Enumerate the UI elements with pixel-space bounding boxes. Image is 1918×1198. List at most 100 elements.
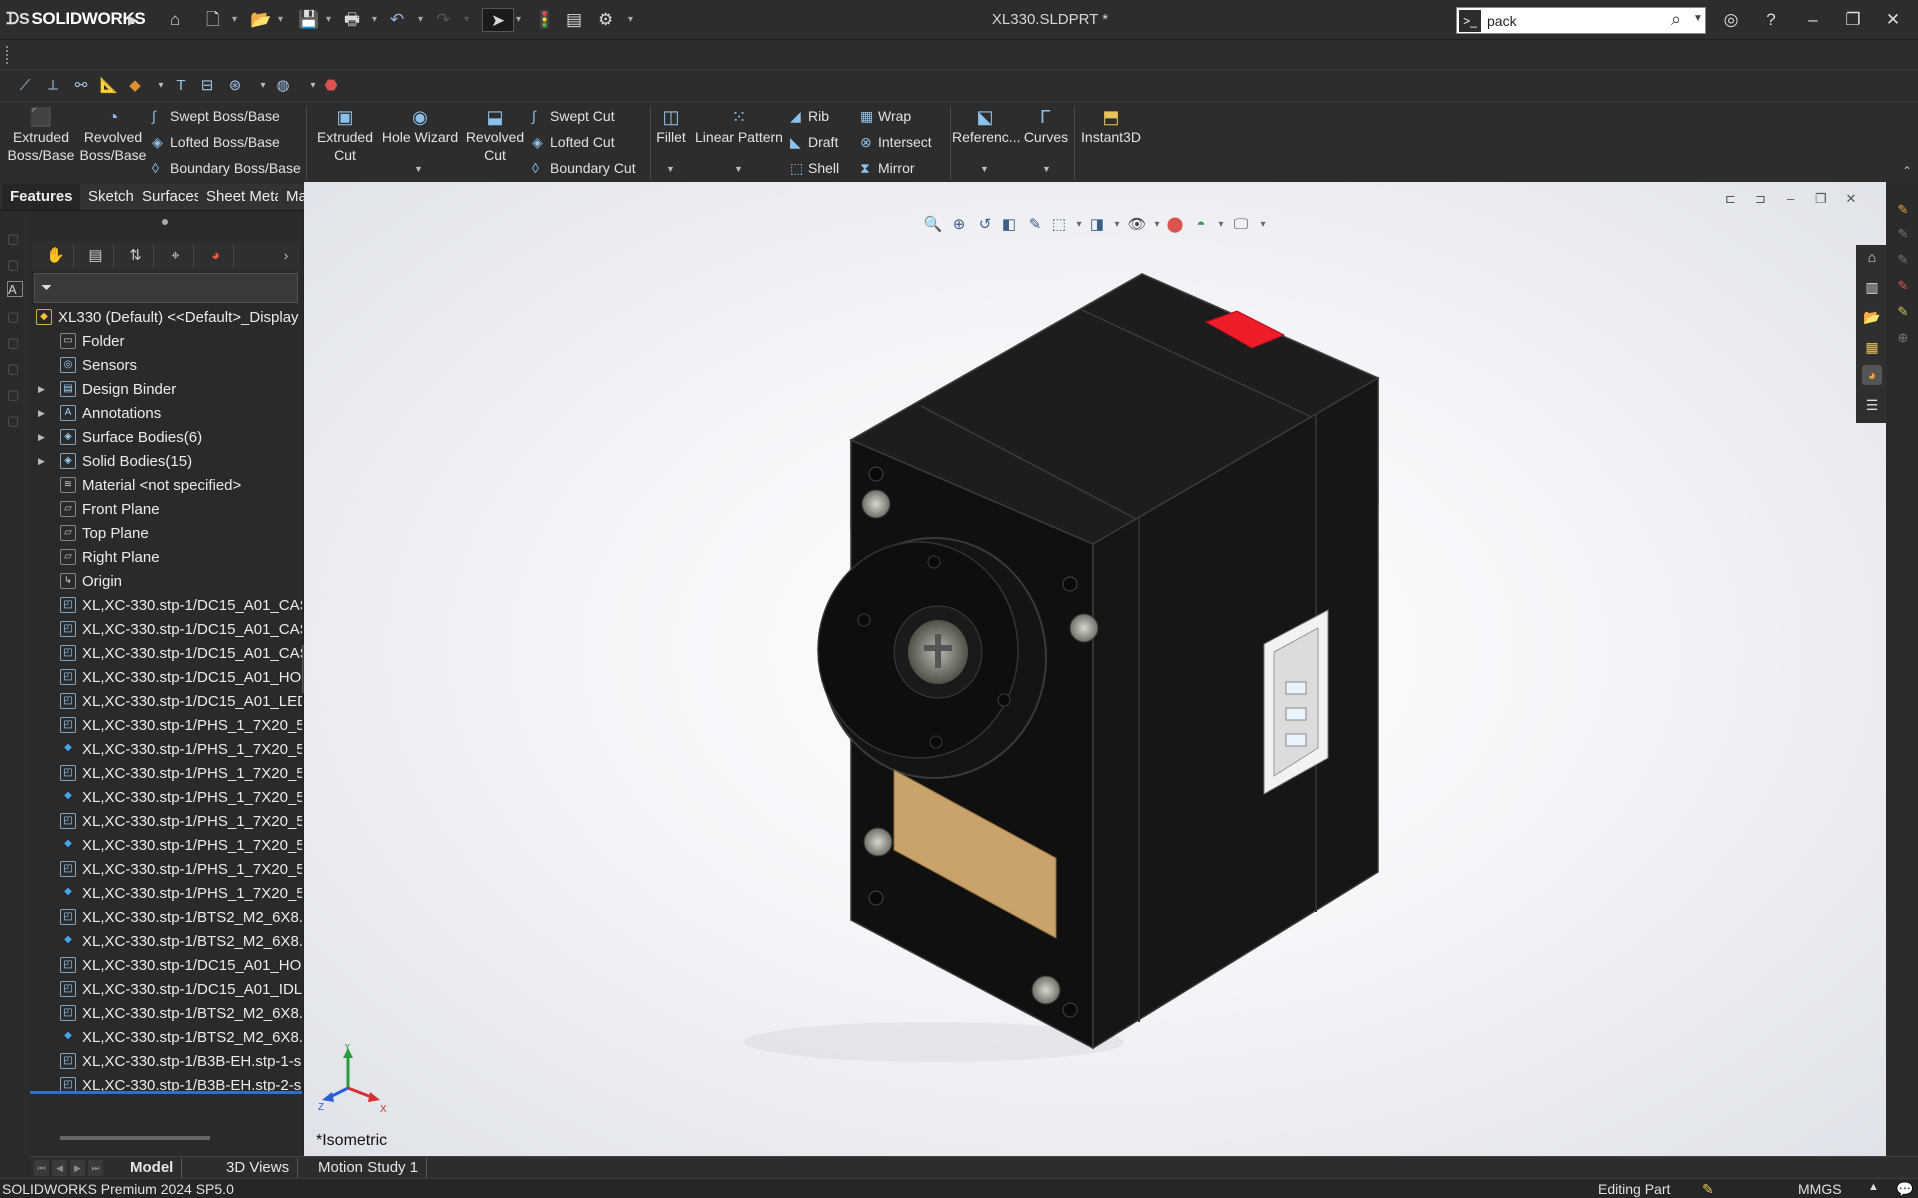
panel-grip[interactable] <box>162 219 168 225</box>
revolved-cut-button[interactable]: ⬓ Revolved Cut <box>460 106 530 164</box>
tree-item[interactable]: ◰ XL,XC-330.stp-1/DC15_A01_CASE_ <box>30 618 302 641</box>
hide-show-items-icon[interactable]: 👁 <box>1126 214 1148 236</box>
unit-menu-icon[interactable]: ▲ <box>1868 1181 1879 1193</box>
render-icon[interactable]: ✎ <box>1894 226 1912 244</box>
revolved-boss-button[interactable]: ◔ Revolved Boss/Base <box>78 106 148 164</box>
render-tools-icon[interactable]: ⬣ <box>320 75 342 97</box>
render-icon[interactable]: ✎ <box>1894 252 1912 270</box>
sketch-icon[interactable]: ▢ <box>7 231 23 247</box>
feature-tree-filter[interactable]: ⏷ <box>34 273 298 303</box>
apply-scene-icon[interactable]: ◓ <box>1190 214 1212 236</box>
instant3d-button[interactable]: ⬒ Instant3D <box>1076 106 1146 146</box>
expand-arrow-icon[interactable]: ▶ <box>38 450 45 473</box>
curves-dropdown-icon[interactable]: ▼ <box>1042 164 1051 174</box>
edit-appearance-icon[interactable]: ⬤ <box>1164 214 1186 236</box>
select-dropdown-icon[interactable]: ▾ <box>516 8 521 32</box>
options-gear-icon[interactable]: ⚙ <box>598 8 613 32</box>
expand-arrow-icon[interactable]: ▶ <box>38 402 45 425</box>
render-icon[interactable]: ✎ <box>1894 202 1912 220</box>
extruded-cut-button[interactable]: ▣ Extruded Cut <box>310 106 380 164</box>
configuration-manager-icon[interactable]: ⇅ <box>118 244 154 268</box>
close-icon[interactable]: ✕ <box>1880 8 1906 32</box>
select-pointer-icon[interactable]: ➤ <box>482 8 514 32</box>
graphics-area[interactable]: 🔍 ⊕ ↺ ◧ ✎ ⬚ ▾ ◨ ▾ 👁 ▾ ⬤ ◓ ▾ 🖵 ▾ ⊏ ⊐ – ❐ … <box>304 182 1886 1158</box>
display-style-dropdown-icon[interactable]: ▾ <box>1106 214 1128 236</box>
mirror-button[interactable]: ⧗ Mirror <box>860 158 915 178</box>
search-box[interactable]: >_ ⌕ ▼ <box>1456 7 1706 34</box>
linear-pattern-button[interactable]: ⁙ Linear Pattern <box>692 106 786 146</box>
previous-tab-icon[interactable]: ◀ <box>52 1160 67 1176</box>
tree-item[interactable]: ▱ Top Plane <box>30 522 302 545</box>
tree-item[interactable]: ▱ Front Plane <box>30 498 302 521</box>
bottom-tab-3d-views[interactable]: 3D Views <box>218 1158 299 1178</box>
last-tab-icon[interactable]: ⏭ <box>88 1160 103 1176</box>
zoom-to-area-icon[interactable]: ⊕ <box>948 214 970 236</box>
sketch-tool-icon[interactable]: ⟋ <box>14 75 36 97</box>
file-properties-icon[interactable]: ▤ <box>566 8 582 32</box>
tree-rollback-bar[interactable] <box>30 1091 302 1094</box>
rib-button[interactable]: ◢ Rib <box>790 106 829 126</box>
file-explorer-icon[interactable]: 📂 <box>1862 307 1882 327</box>
property-manager-icon[interactable]: ▤ <box>78 244 114 268</box>
options-dropdown-icon[interactable]: ▾ <box>628 8 633 32</box>
sketch-icon[interactable]: ▢ <box>7 413 23 429</box>
tree-item[interactable]: ◰ XL,XC-330.stp-1/B3B-EH.stp-1-so <box>30 1050 302 1073</box>
rebuild-status-icon[interactable]: ✎ <box>1702 1181 1714 1198</box>
viewport-close-icon[interactable]: ✕ <box>1838 191 1864 207</box>
undo-icon[interactable]: ↶ <box>390 8 404 32</box>
tree-item[interactable]: ◆ XL,XC-330.stp-1/PHS_1_7X20_5_D <box>30 834 302 857</box>
boundary-boss-button[interactable]: ◊ Boundary Boss/Base <box>152 158 301 178</box>
tree-item[interactable]: ◰ XL,XC-330.stp-1/DC15_A01_HORN <box>30 954 302 977</box>
tree-item[interactable]: ◰ XL,XC-330.stp-1/DC15_A01_CASE_ <box>30 642 302 665</box>
print-dropdown-icon[interactable]: ▾ <box>372 8 377 32</box>
tree-item[interactable]: ◰ XL,XC-330.stp-1/DC15_A01_IDLE_ <box>30 978 302 1001</box>
new-document-icon[interactable]: 🗋 <box>206 8 220 32</box>
reference-geometry-button[interactable]: ⬕ Referenc... <box>952 106 1020 146</box>
previous-view-icon[interactable]: ↺ <box>974 214 996 236</box>
lofted-cut-button[interactable]: ◈ Lofted Cut <box>532 132 615 152</box>
tree-item[interactable]: ◎ Sensors <box>30 354 302 377</box>
tree-item[interactable]: ◆ XL,XC-330.stp-1/PHS_1_7X20_5_D <box>30 882 302 905</box>
fillet-dropdown-icon[interactable]: ▼ <box>666 164 675 174</box>
restore-icon[interactable]: ❐ <box>1840 8 1866 32</box>
solidworks-logo[interactable]: ᗪS SOLIDWORKS <box>6 9 146 29</box>
collapse-ribbon-icon[interactable]: ⌃ <box>1902 164 1912 178</box>
boundary-cut-button[interactable]: ◊ Boundary Cut <box>532 158 636 178</box>
tree-item[interactable]: ▶ A Annotations <box>30 402 302 425</box>
open-dropdown-icon[interactable]: ▾ <box>278 8 283 32</box>
expand-arrow-icon[interactable]: ▶ <box>38 378 45 401</box>
tab-features[interactable]: Features <box>2 184 82 210</box>
tree-item[interactable]: ◆ XL,XC-330.stp-1/BTS2_M2_6X8.stp <box>30 1026 302 1049</box>
appearance-icon[interactable]: ◆ <box>124 75 146 97</box>
view-orientation-icon[interactable]: ⊛ <box>224 75 246 97</box>
tree-item[interactable]: ◆ XL,XC-330.stp-1/PHS_1_7X20_5_D <box>30 786 302 809</box>
tile-horizontal-icon[interactable]: ⊏ <box>1717 191 1743 207</box>
swept-cut-button[interactable]: ∫ Swept Cut <box>532 106 615 126</box>
tree-item[interactable]: ◰ XL,XC-330.stp-1/DC15_A01_LED_C <box>30 690 302 713</box>
next-tab-icon[interactable]: ▶ <box>70 1160 85 1176</box>
render-icon[interactable]: ✎ <box>1894 304 1912 322</box>
first-tab-icon[interactable]: ⏮ <box>34 1160 49 1176</box>
user-account-icon[interactable]: ◎ <box>1718 8 1744 32</box>
undo-dropdown-icon[interactable]: ▾ <box>418 8 423 32</box>
sketch-icon[interactable]: ▢ <box>7 361 23 377</box>
smart-dimension-icon[interactable]: ⟂ <box>42 75 64 97</box>
hole-wizard-button[interactable]: ◉ Hole Wizard <box>380 106 460 146</box>
new-dropdown-icon[interactable]: ▾ <box>232 8 237 32</box>
save-icon[interactable]: 💾 <box>298 8 319 32</box>
display-style-icon[interactable]: ◨ <box>1086 214 1108 236</box>
tree-item[interactable]: ▭ Folder <box>30 330 302 353</box>
dimxpert-icon[interactable]: ⌖ <box>158 244 194 268</box>
search-icon[interactable]: ⌕ <box>1671 9 1681 30</box>
viewport-minimize-icon[interactable]: – <box>1778 191 1804 206</box>
tree-item[interactable]: ◰ XL,XC-330.stp-1/PHS_1_7X20_5_D <box>30 762 302 785</box>
view-settings-icon[interactable]: 🖵 <box>1230 214 1252 236</box>
tree-item[interactable]: ◰ XL,XC-330.stp-1/DC15_A01_HORN <box>30 666 302 689</box>
solidworks-resources-icon[interactable]: ⌂ <box>1862 247 1882 267</box>
display-style-icon[interactable]: ◍ <box>272 75 294 97</box>
tree-item[interactable]: ▶ ◈ Surface Bodies(6) <box>30 426 302 449</box>
bottom-tab-motion-study-1[interactable]: Motion Study 1 <box>310 1158 428 1178</box>
tree-item[interactable]: ◆ XL,XC-330.stp-1/BTS2_M2_6X8.stp <box>30 930 302 953</box>
tree-item[interactable]: ▱ Right Plane <box>30 546 302 569</box>
intersect-button[interactable]: ⊗ Intersect <box>860 132 932 152</box>
